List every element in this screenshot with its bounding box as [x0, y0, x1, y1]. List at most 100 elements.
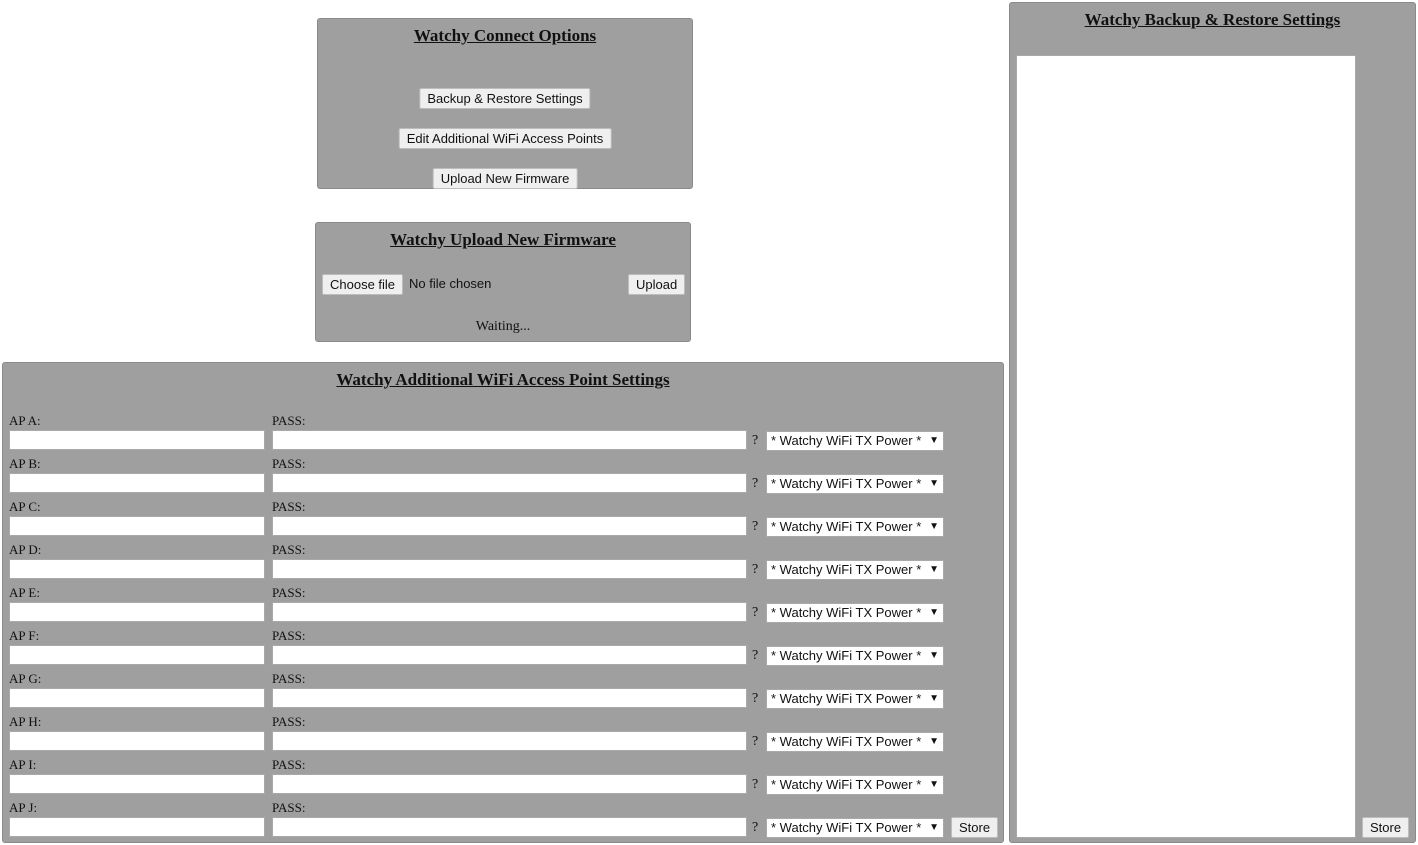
password-input[interactable]	[272, 688, 747, 708]
tx-power-selected-value: * Watchy WiFi TX Power *	[771, 519, 922, 534]
password-input[interactable]	[272, 731, 747, 751]
backup-restore-button[interactable]: Backup & Restore Settings	[419, 88, 591, 109]
help-icon[interactable]: ?	[752, 691, 758, 707]
access-point-row: AP B: PASS:? * Watchy WiFi TX Power * ▼	[3, 456, 1003, 499]
ssid-input[interactable]	[9, 430, 265, 450]
help-icon[interactable]: ?	[752, 734, 758, 750]
ssid-input[interactable]	[9, 688, 265, 708]
tx-power-select[interactable]: * Watchy WiFi TX Power * ▼	[766, 775, 944, 795]
upload-status-text: Waiting...	[475, 319, 531, 334]
access-point-label: AP B:	[9, 456, 41, 471]
access-point-label: AP I:	[9, 757, 37, 772]
wifi-store-button[interactable]: Store	[951, 817, 999, 838]
tx-power-select[interactable]: * Watchy WiFi TX Power * ▼	[766, 818, 944, 838]
help-icon[interactable]: ?	[752, 519, 758, 535]
upload-button[interactable]: Upload	[628, 274, 686, 295]
password-label: PASS:	[272, 542, 306, 557]
tx-power-select[interactable]: * Watchy WiFi TX Power * ▼	[766, 517, 944, 537]
chevron-down-icon: ▼	[929, 779, 939, 790]
password-input[interactable]	[272, 516, 747, 536]
access-point-label: AP H:	[9, 714, 42, 729]
password-input[interactable]	[272, 559, 747, 579]
file-status-text: No file chosen	[409, 276, 492, 291]
edit-access-points-button[interactable]: Edit Additional WiFi Access Points	[398, 128, 612, 149]
tx-power-selected-value: * Watchy WiFi TX Power *	[771, 820, 922, 835]
tx-power-select[interactable]: * Watchy WiFi TX Power * ▼	[766, 474, 944, 494]
password-label: PASS:	[272, 585, 306, 600]
help-icon[interactable]: ?	[752, 605, 758, 621]
access-point-row: AP G: PASS:? * Watchy WiFi TX Power * ▼	[3, 671, 1003, 714]
password-input[interactable]	[272, 602, 747, 622]
password-label: PASS:	[272, 628, 306, 643]
password-label: PASS:	[272, 456, 306, 471]
password-input[interactable]	[272, 774, 747, 794]
upload-firmware-title: Watchy Upload New Firmware	[390, 230, 616, 249]
password-label: PASS:	[272, 413, 306, 428]
access-point-row: AP A: PASS:? * Watchy WiFi TX Power * ▼	[3, 413, 1003, 456]
password-label: PASS:	[272, 800, 306, 815]
ssid-input[interactable]	[9, 645, 265, 665]
chevron-down-icon: ▼	[929, 564, 939, 575]
tx-power-selected-value: * Watchy WiFi TX Power *	[771, 605, 922, 620]
choose-file-button[interactable]: Choose file	[322, 274, 404, 295]
backup-settings-textarea[interactable]	[1016, 55, 1356, 838]
password-label: PASS:	[272, 714, 306, 729]
tx-power-select[interactable]: * Watchy WiFi TX Power * ▼	[766, 560, 944, 580]
tx-power-select[interactable]: * Watchy WiFi TX Power * ▼	[766, 431, 944, 451]
access-point-row: AP C: PASS:? * Watchy WiFi TX Power * ▼	[3, 499, 1003, 542]
upload-firmware-panel: Watchy Upload New Firmware Choose file N…	[315, 222, 691, 342]
access-point-row: AP H: PASS:? * Watchy WiFi TX Power * ▼	[3, 714, 1003, 757]
password-input[interactable]	[272, 817, 747, 837]
connect-options-title: Watchy Connect Options	[413, 26, 597, 45]
tx-power-select[interactable]: * Watchy WiFi TX Power * ▼	[766, 732, 944, 752]
access-point-label: AP C:	[9, 499, 41, 514]
access-point-row: AP E: PASS:? * Watchy WiFi TX Power * ▼	[3, 585, 1003, 628]
chevron-down-icon: ▼	[929, 822, 939, 833]
wifi-settings-title: Watchy Additional WiFi Access Point Sett…	[336, 370, 670, 389]
help-icon[interactable]: ?	[752, 476, 758, 492]
connect-options-panel: Watchy Connect Options Backup & Restore …	[317, 18, 693, 189]
wifi-settings-panel: Watchy Additional WiFi Access Point Sett…	[2, 362, 1004, 843]
password-input[interactable]	[272, 430, 747, 450]
ssid-input[interactable]	[9, 731, 265, 751]
chevron-down-icon: ▼	[929, 650, 939, 661]
password-label: PASS:	[272, 757, 306, 772]
access-point-row: AP F: PASS:? * Watchy WiFi TX Power * ▼	[3, 628, 1003, 671]
access-point-row: AP I: PASS:? * Watchy WiFi TX Power * ▼	[3, 757, 1003, 800]
ssid-input[interactable]	[9, 559, 265, 579]
access-point-row: AP D: PASS:? * Watchy WiFi TX Power * ▼	[3, 542, 1003, 585]
help-icon[interactable]: ?	[752, 820, 758, 836]
tx-power-selected-value: * Watchy WiFi TX Power *	[771, 777, 922, 792]
ssid-input[interactable]	[9, 602, 265, 622]
ssid-input[interactable]	[9, 516, 265, 536]
access-point-label: AP E:	[9, 585, 40, 600]
password-label: PASS:	[272, 499, 306, 514]
tx-power-selected-value: * Watchy WiFi TX Power *	[771, 691, 922, 706]
tx-power-select[interactable]: * Watchy WiFi TX Power * ▼	[766, 689, 944, 709]
access-point-row: AP J: PASS:? * Watchy WiFi TX Power * ▼	[3, 800, 1003, 843]
access-point-label: AP J:	[9, 800, 38, 815]
backup-restore-title: Watchy Backup & Restore Settings	[1084, 10, 1341, 29]
ssid-input[interactable]	[9, 817, 265, 837]
tx-power-selected-value: * Watchy WiFi TX Power *	[771, 476, 922, 491]
password-input[interactable]	[272, 473, 747, 493]
help-icon[interactable]: ?	[752, 648, 758, 664]
help-icon[interactable]: ?	[752, 562, 758, 578]
help-icon[interactable]: ?	[752, 777, 758, 793]
chevron-down-icon: ▼	[929, 521, 939, 532]
access-point-label: AP F:	[9, 628, 40, 643]
help-icon[interactable]: ?	[752, 433, 758, 449]
upload-firmware-button[interactable]: Upload New Firmware	[432, 168, 578, 189]
tx-power-select[interactable]: * Watchy WiFi TX Power * ▼	[766, 603, 944, 623]
ssid-input[interactable]	[9, 774, 265, 794]
access-point-label: AP A:	[9, 413, 41, 428]
tx-power-selected-value: * Watchy WiFi TX Power *	[771, 562, 922, 577]
backup-store-button[interactable]: Store	[1362, 817, 1410, 838]
tx-power-selected-value: * Watchy WiFi TX Power *	[771, 734, 922, 749]
access-point-label: AP G:	[9, 671, 42, 686]
ssid-input[interactable]	[9, 473, 265, 493]
tx-power-select[interactable]: * Watchy WiFi TX Power * ▼	[766, 646, 944, 666]
password-input[interactable]	[272, 645, 747, 665]
password-label: PASS:	[272, 671, 306, 686]
chevron-down-icon: ▼	[929, 478, 939, 489]
